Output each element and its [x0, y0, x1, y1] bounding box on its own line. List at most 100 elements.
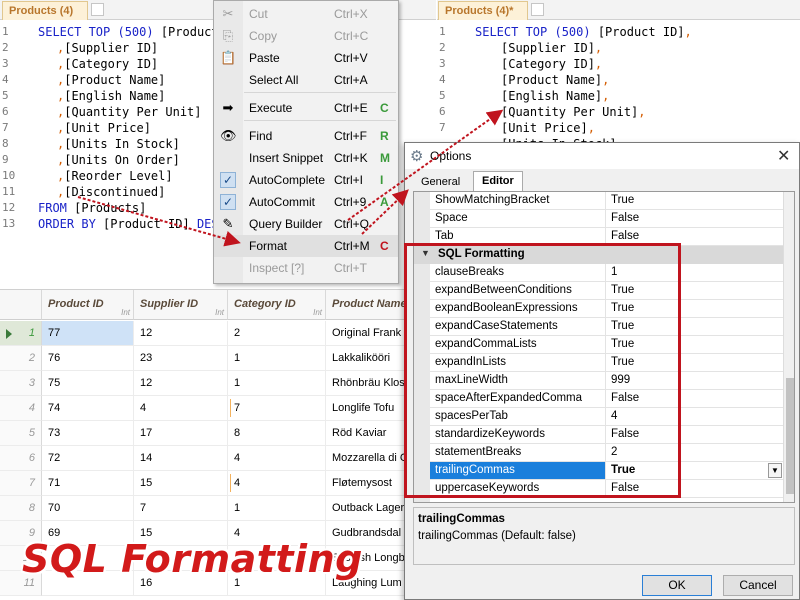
menu-item-label: Format: [249, 239, 288, 253]
tab-editor[interactable]: Editor: [473, 171, 523, 192]
close-icon[interactable]: ✕: [777, 146, 790, 166]
row-header[interactable]: 7: [0, 471, 42, 496]
description-title: trailingCommas: [418, 513, 505, 525]
grid-cell[interactable]: Lakkalikööri: [326, 346, 408, 371]
menu-item-label: Query Builder: [249, 217, 323, 231]
menu-item-autocommit[interactable]: ✓ AutoCommit Ctrl+9 A: [214, 191, 398, 213]
trailing-comma: ,: [602, 89, 610, 103]
grid-cell[interactable]: 71: [42, 471, 134, 496]
column-header[interactable]: Supplier ID Int: [134, 290, 228, 320]
line-number: 13: [2, 217, 16, 230]
menu-item-autocomplete[interactable]: ✓ AutoComplete Ctrl+I I: [214, 169, 398, 191]
grid-cell[interactable]: Longlife Tofu: [326, 396, 408, 421]
column-header-label: Product ID: [48, 298, 104, 310]
new-tab-icon[interactable]: [91, 3, 104, 16]
grid-cell[interactable]: 1: [228, 346, 326, 371]
grid-cell[interactable]: 7: [228, 396, 326, 421]
tab-products-4-modified[interactable]: Products (4)*: [438, 1, 528, 20]
column-name: [Product: [153, 25, 213, 39]
grid-cell[interactable]: 14: [134, 446, 228, 471]
menu-item-inspect[interactable]: Inspect [?] Ctrl+T: [214, 257, 398, 279]
line-number: 5: [2, 89, 9, 102]
line-number: 3: [2, 57, 9, 70]
column-header[interactable]: Category ID Int: [228, 290, 326, 320]
grid-cell[interactable]: 8: [228, 421, 326, 446]
menu-item-cut[interactable]: ✂ Cut Ctrl+X: [214, 3, 398, 25]
grid-cell[interactable]: 74: [42, 396, 134, 421]
row-header[interactable]: 6: [0, 446, 42, 471]
code-line: ,[Discontinued]: [57, 184, 165, 200]
column-name: [Units In Stock]: [64, 137, 180, 151]
property-row[interactable]: Space False: [430, 210, 783, 228]
grid-cell[interactable]: 4: [228, 446, 326, 471]
menu-item-insert-snippet[interactable]: Insert Snippet Ctrl+K M: [214, 147, 398, 169]
check-icon: ✓: [220, 172, 236, 188]
scrollbar-thumb[interactable]: [786, 378, 794, 494]
property-row[interactable]: ShowMatchingBracket True: [430, 192, 783, 210]
grid-cell[interactable]: 73: [42, 421, 134, 446]
row-header[interactable]: 4: [0, 396, 42, 421]
grid-cell[interactable]: 72: [42, 446, 134, 471]
current-row-icon: [6, 329, 12, 339]
grid-cell[interactable]: 77: [42, 321, 134, 346]
grid-cell[interactable]: 2: [228, 321, 326, 346]
row-header[interactable]: 8: [0, 496, 42, 521]
gear-icon: ⚙: [410, 148, 424, 165]
menu-item-paste[interactable]: 📋 Paste Ctrl+V: [214, 47, 398, 69]
grid-cell[interactable]: 15: [134, 471, 228, 496]
row-header[interactable]: 2: [0, 346, 42, 371]
column-divider: [605, 210, 606, 228]
menu-item-copy[interactable]: ⎘ Copy Ctrl+C: [214, 25, 398, 47]
left-code-editor[interactable]: 1 2 3 4 5 6 7 8 9 10 11 12 13 SELECT TOP (500) [Prod…: [0, 21, 213, 283]
grid-cell[interactable]: Röd Kaviar: [326, 421, 408, 446]
grid-cell[interactable]: 23: [134, 346, 228, 371]
right-code-editor[interactable]: 1234567 SELECT TOP (500) [Product ID], [S…: [437, 21, 800, 142]
grid-cell[interactable]: 75: [42, 371, 134, 396]
grid-cell[interactable]: Fløtemysost: [326, 471, 408, 496]
grid-cell[interactable]: 1: [228, 371, 326, 396]
grid-cell[interactable]: 12: [134, 321, 228, 346]
grid-cell[interactable]: 76: [42, 346, 134, 371]
tab-general[interactable]: General: [413, 173, 468, 192]
column-header[interactable]: Product ID Int: [42, 290, 134, 320]
row-header[interactable]: 5: [0, 421, 42, 446]
menu-separator: [244, 92, 396, 93]
column-name: [Unit Price]: [501, 121, 588, 135]
row-header[interactable]: 3: [0, 371, 42, 396]
property-name: Tab: [435, 230, 454, 242]
menu-item-format[interactable]: Format Ctrl+M C: [214, 235, 398, 257]
grid-cell[interactable]: 12: [134, 371, 228, 396]
menu-item-execute[interactable]: ➡ Execute Ctrl+E C: [214, 97, 398, 119]
grid-cell[interactable]: 4: [228, 471, 326, 496]
column-name: [Quantity Per Unit]: [501, 105, 639, 119]
line-number: 7: [439, 121, 446, 134]
menu-item-select-all[interactable]: Select All Ctrl+A: [214, 69, 398, 91]
menu-item-shortcut: Ctrl+C: [334, 29, 369, 43]
grid-cell[interactable]: Rhönbräu Klos: [326, 371, 408, 396]
column-header[interactable]: Product Name: [326, 290, 408, 320]
chevron-down-icon[interactable]: ▼: [768, 463, 782, 478]
ok-button[interactable]: OK: [642, 575, 712, 596]
menu-item-query-builder[interactable]: ✎ Query Builder Ctrl+Q: [214, 213, 398, 235]
grid-cell[interactable]: 17: [134, 421, 228, 446]
grid-cell[interactable]: Outback Lager: [326, 496, 408, 521]
property-value: False: [611, 212, 640, 224]
dialog-title: Options: [430, 149, 472, 163]
query-builder-icon: ✎: [222, 216, 234, 231]
cancel-button[interactable]: Cancel: [723, 575, 793, 596]
grid-cell[interactable]: 1: [228, 496, 326, 521]
menu-item-find[interactable]: 👁 Find Ctrl+F R: [214, 125, 398, 147]
grid-cell[interactable]: 7: [134, 496, 228, 521]
new-tab-icon[interactable]: [531, 3, 544, 16]
column-name: [English Name]: [64, 89, 166, 103]
code-line: ,[English Name]: [57, 88, 165, 104]
grid-cell[interactable]: 4: [134, 396, 228, 421]
property-grid-scrollbar[interactable]: [783, 192, 794, 502]
tab-products-4[interactable]: Products (4): [2, 1, 88, 20]
grid-cell[interactable]: Original Frank: [326, 321, 408, 346]
grid-cell[interactable]: Mozzarella di G: [326, 446, 408, 471]
code-line: FROM [Products]: [38, 200, 146, 216]
grid-cell[interactable]: 70: [42, 496, 134, 521]
menu-item-shortcut: Ctrl+M: [334, 239, 370, 253]
caption-title: SQL Formatting: [22, 537, 363, 581]
